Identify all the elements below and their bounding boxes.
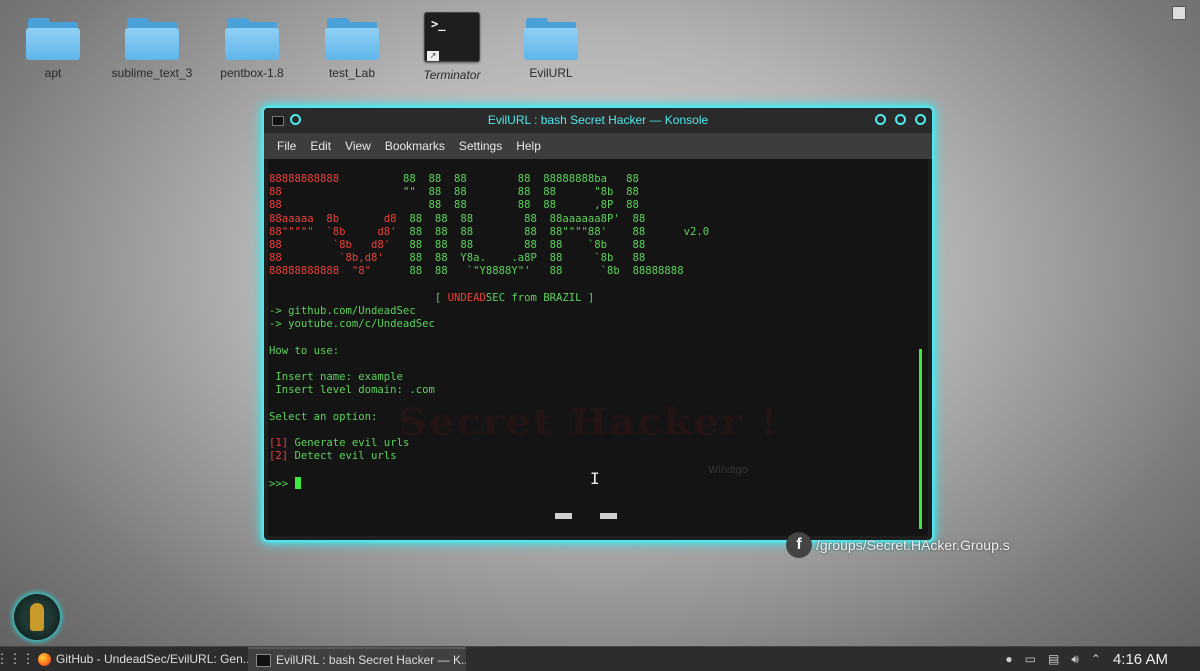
desktop-icon-terminator[interactable]: >_ ↗ Terminator: [407, 12, 497, 82]
terminal-output[interactable]: Secret Hacker ! Windigo 88888888888 88 8…: [268, 159, 928, 536]
text-cursor: [294, 476, 301, 489]
window-titlebar[interactable]: EvilURL : bash Secret Hacker — Konsole: [264, 108, 932, 133]
howto-line: Insert name: example: [269, 371, 403, 384]
folder-icon: [26, 12, 80, 60]
fb-group-text: /groups/Secret.HAcker.Group.s: [816, 537, 1010, 553]
select-prompt: Select an option:: [269, 410, 378, 423]
desktop-icon-evilurl[interactable]: EvilURL: [506, 12, 596, 80]
apps-grid-icon[interactable]: ⋮⋮⋮: [0, 647, 35, 671]
task-label: GitHub - UndeadSec/EvilURL: Gen...: [56, 652, 248, 666]
tab-indicator[interactable]: [555, 513, 572, 519]
firefox-icon: [38, 652, 51, 666]
task-konsole[interactable]: EvilURL : bash Secret Hacker — K...: [248, 647, 466, 671]
desktop-toolbox-button[interactable]: [1172, 6, 1186, 20]
menu-view[interactable]: View: [345, 139, 371, 153]
menu-bookmarks[interactable]: Bookmarks: [385, 139, 445, 153]
shortcut-arrow-icon: ↗: [427, 51, 439, 61]
channel-logo: [14, 594, 60, 640]
option-1: [1] Generate evil urls: [269, 437, 410, 450]
desktop-icon-pentbox[interactable]: pentbox-1.8: [207, 12, 297, 80]
command-prompt[interactable]: >>>: [269, 476, 301, 490]
folder-icon: [325, 12, 379, 60]
konsole-window: EvilURL : bash Secret Hacker — Konsole F…: [264, 108, 932, 540]
window-title: EvilURL : bash Secret Hacker — Konsole: [487, 113, 709, 127]
terminal-icon: >_ ↗: [424, 12, 480, 62]
link-github: -> github.com/UndeadSec: [269, 305, 416, 318]
menu-settings[interactable]: Settings: [459, 139, 502, 153]
desktop-icon-label: pentbox-1.8: [220, 66, 284, 80]
clock[interactable]: 4:16 AM: [1113, 651, 1168, 668]
taskbar: ⋮⋮⋮ GitHub - UndeadSec/EvilURL: Gen... E…: [0, 646, 1200, 671]
folder-icon: [125, 12, 179, 60]
howto-title: How to use:: [269, 344, 340, 357]
link-youtube: -> youtube.com/c/UndeadSec: [269, 318, 435, 331]
minimize-icon[interactable]: [875, 114, 886, 125]
howto-line: Insert level domain: .com: [269, 384, 435, 397]
menu-bar: File Edit View Bookmarks Settings Help: [264, 133, 932, 159]
fb-group-overlay: f /groups/Secret.HAcker.Group.s: [786, 532, 1010, 558]
desktop-icon-label: Terminator: [423, 68, 481, 82]
terminal-scrollbar[interactable]: [919, 349, 922, 529]
option-2: [2] Detect evil urls: [269, 450, 397, 463]
desktop-icon-apt[interactable]: apt: [8, 12, 98, 80]
desktop-icon-label: apt: [44, 66, 62, 80]
facebook-icon: f: [786, 532, 812, 558]
ibeam-cursor-icon: I: [590, 469, 600, 488]
folder-icon: [524, 12, 578, 60]
desktop-icon-sublime-text-3[interactable]: sublime_text_3: [107, 12, 197, 80]
desktop-icon-label: test_Lab: [328, 66, 376, 80]
folder-icon: [225, 12, 279, 60]
task-label: EvilURL : bash Secret Hacker — K...: [276, 653, 466, 667]
tagline: [ UNDEADSEC from BRAZIL ]: [434, 291, 595, 304]
desktop-icon-label: sublime_text_3: [111, 66, 193, 80]
tray-expand-icon[interactable]: ⌃: [1091, 652, 1101, 666]
updates-icon[interactable]: ●: [1005, 652, 1012, 666]
evilurl-banner: 88888888888 88 88 88 88 88888888ba 88 88…: [269, 173, 710, 278]
clipboard-icon[interactable]: ▤: [1048, 652, 1059, 666]
task-firefox[interactable]: GitHub - UndeadSec/EvilURL: Gen...: [30, 647, 248, 671]
system-tray: ● ▭ ▤ 🔊︎ ⌃ 4:16 AM: [999, 647, 1200, 671]
volume-icon[interactable]: 🔊︎: [1071, 652, 1079, 667]
terminal-text: 88888888888 88 88 88 88 88888888ba 88 88…: [268, 159, 928, 491]
menu-file[interactable]: File: [277, 139, 296, 153]
network-icon[interactable]: ▭: [1025, 652, 1036, 666]
close-icon[interactable]: [915, 114, 926, 125]
menu-help[interactable]: Help: [516, 139, 541, 153]
desktop-icon-test-lab[interactable]: test_Lab: [307, 12, 397, 80]
menu-edit[interactable]: Edit: [310, 139, 331, 153]
desktop-icon-label: EvilURL: [529, 66, 573, 80]
konsole-icon: [256, 653, 271, 667]
maximize-icon[interactable]: [895, 114, 906, 125]
tab-indicator[interactable]: [600, 513, 617, 519]
